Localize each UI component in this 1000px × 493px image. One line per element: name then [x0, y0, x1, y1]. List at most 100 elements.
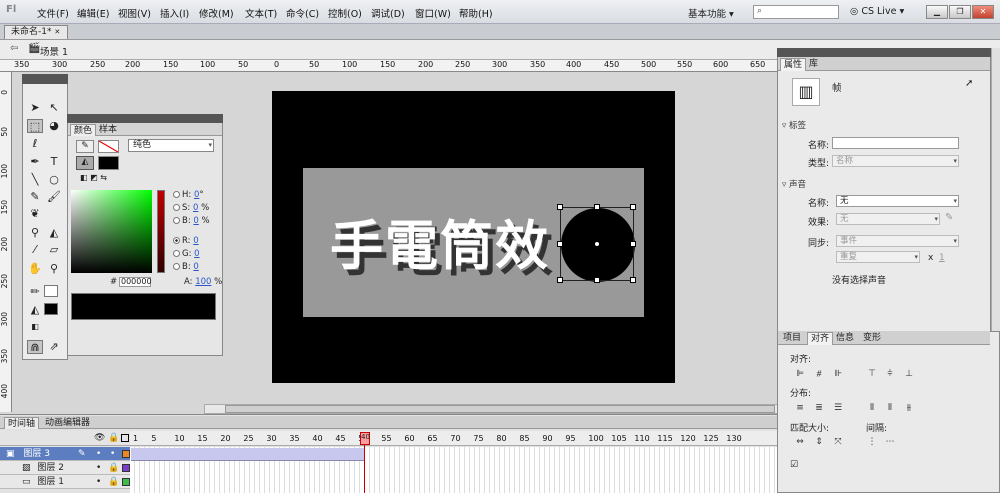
visibility-dot[interactable]: • [96, 461, 101, 475]
tab-transform[interactable]: 变形 [860, 332, 884, 345]
default-colors-icon[interactable]: ◧ [27, 320, 43, 334]
document-tab[interactable]: 未命名-1* ✕ [4, 25, 68, 39]
bone-tool-icon[interactable]: ⚲ [27, 226, 43, 240]
label-type-select[interactable]: 名称 ▾ [832, 155, 959, 167]
layer-name[interactable]: 图层 3 [23, 449, 50, 459]
tab-info[interactable]: 信息 [833, 332, 857, 345]
menu-modify[interactable]: 修改(M) [199, 6, 234, 20]
brush-tool-icon[interactable]: 🖌 [46, 190, 62, 204]
align-hcenter-icon[interactable]: ⧣ [813, 368, 825, 380]
menu-insert[interactable]: 插入(I) [160, 6, 189, 20]
menu-control[interactable]: 控制(O) [328, 6, 362, 20]
align-top-icon[interactable]: ⊤ [866, 368, 878, 380]
resize-handle[interactable] [630, 241, 636, 247]
tab-swatches[interactable]: 样本 [96, 124, 120, 136]
menu-view[interactable]: 视图(V) [118, 6, 151, 20]
menu-debug[interactable]: 调试(D) [371, 6, 405, 20]
space-horizontal-icon[interactable]: ⋯ [884, 436, 896, 448]
distribute-right-icon[interactable]: ⫵ [903, 402, 915, 414]
cs-live-button[interactable]: ◎ CS Live ▾ [850, 6, 904, 17]
effect-select[interactable]: 无 ▾ [836, 213, 940, 225]
oval-tool-icon[interactable]: ○ [46, 173, 62, 187]
b-value[interactable]: 0 [193, 216, 198, 226]
g-value[interactable]: 0 [194, 249, 199, 259]
menu-file[interactable]: 文件(F) [37, 6, 69, 20]
resize-handle[interactable] [594, 204, 600, 210]
distribute-vcenter-icon[interactable]: ≣ [813, 402, 825, 414]
layer-row[interactable]: ▨ 图层 2 • 🔒 [0, 461, 130, 475]
help-icon[interactable]: ➚ [965, 78, 973, 89]
sync-select[interactable]: 事件 ▾ [836, 235, 959, 247]
resize-handle[interactable] [557, 204, 563, 210]
distribute-bottom-icon[interactable]: ☰ [832, 402, 844, 414]
r-channel[interactable]: R: 0 [173, 236, 199, 246]
subselection-tool-icon[interactable]: ↖ [46, 101, 62, 115]
eraser-tool-icon[interactable]: ▱ [46, 243, 62, 257]
text-tool-icon[interactable]: T [46, 155, 62, 169]
label-section-header[interactable]: ▿ 标签 [782, 119, 806, 131]
stroke-color-swatch[interactable] [44, 285, 58, 297]
align-right-icon[interactable]: ⊪ [832, 368, 844, 380]
resize-handle[interactable] [630, 204, 636, 210]
color-panel-header[interactable] [67, 114, 223, 123]
fill-type-select[interactable]: 纯色 ▾ [128, 139, 214, 152]
scrollbar-thumb[interactable] [225, 405, 775, 413]
align-vcenter-icon[interactable]: ⫩ [884, 368, 896, 380]
layer-color-box[interactable] [122, 450, 130, 458]
resize-handle[interactable] [557, 277, 563, 283]
tab-timeline[interactable]: 时间轴 [4, 417, 40, 429]
lock-icon[interactable]: 🔒 [108, 433, 119, 443]
radio-icon[interactable] [173, 263, 180, 270]
tab-motion-editor[interactable]: 动画编辑器 [42, 417, 93, 429]
color-picker-field[interactable] [71, 190, 152, 273]
s-value[interactable]: 0 [193, 203, 198, 213]
blue-value[interactable]: 0 [193, 262, 198, 272]
distribute-hcenter-icon[interactable]: ⦀ [884, 402, 896, 414]
stage-title-text[interactable]: 手電筒效 [330, 204, 550, 280]
tween-span[interactable] [131, 448, 364, 461]
zoom-tool-icon[interactable]: ⚲ [46, 262, 62, 276]
radio-icon[interactable] [173, 191, 180, 198]
layer-color-box[interactable] [122, 464, 130, 472]
deco-tool-icon[interactable]: ❦ [27, 207, 43, 221]
r-value[interactable]: 0 [193, 236, 198, 246]
pen-tool-icon[interactable]: ✒ [27, 155, 43, 169]
selection-tool-icon[interactable]: ➤ [27, 101, 43, 115]
tab-properties[interactable]: 属性 [780, 58, 807, 71]
outline-icon[interactable] [121, 434, 129, 442]
tools-panel-header[interactable] [22, 74, 68, 84]
align-bottom-icon[interactable]: ⊥ [903, 368, 915, 380]
frame-name-input[interactable] [832, 137, 959, 149]
s-channel[interactable]: S: 0 % [173, 203, 209, 213]
alpha-channel[interactable]: A: 100 % [184, 277, 222, 287]
sound-section-header[interactable]: ▿ 声音 [782, 178, 806, 190]
resize-handle[interactable] [630, 277, 636, 283]
layer-name[interactable]: 图层 1 [37, 477, 64, 487]
visibility-dot[interactable]: • [96, 475, 101, 489]
layer-color-box[interactable] [122, 478, 130, 486]
lock-icon[interactable]: 🔒 [108, 461, 119, 475]
match-both-icon[interactable]: ⤧ [832, 436, 844, 448]
menu-commands[interactable]: 命令(C) [286, 6, 319, 20]
fill-color-swatch[interactable] [44, 303, 58, 315]
h-channel[interactable]: H: 0° [173, 190, 204, 200]
sound-name-select[interactable]: 无 ▾ [836, 195, 959, 207]
repeat-count[interactable]: 1 [939, 253, 945, 263]
fill-color-icon[interactable]: ◭ [27, 303, 43, 317]
layer-name[interactable]: 图层 2 [37, 463, 64, 473]
blue-channel[interactable]: B: 0 [173, 262, 199, 272]
tab-library[interactable]: 库 [806, 58, 821, 71]
menu-text[interactable]: 文本(T) [245, 6, 277, 20]
properties-scrollbar[interactable] [991, 48, 1000, 332]
lasso-tool-icon[interactable]: ℓ [27, 137, 43, 151]
fill-color-swatch[interactable] [98, 156, 119, 170]
distribute-top-icon[interactable]: ≡ [794, 402, 806, 414]
back-arrow-icon[interactable]: ⇦ [10, 43, 18, 54]
layer-row[interactable]: ▭ 图层 1 • 🔒 [0, 475, 130, 489]
menu-help[interactable]: 帮助(H) [459, 6, 493, 20]
stroke-color-icon[interactable]: ✏ [27, 285, 43, 299]
free-transform-tool-icon[interactable]: ⬚ [27, 119, 43, 133]
visibility-dot[interactable]: • [96, 447, 101, 461]
tab-color[interactable]: 颜色 [70, 124, 97, 136]
lock-icon[interactable]: 🔒 [108, 475, 119, 489]
